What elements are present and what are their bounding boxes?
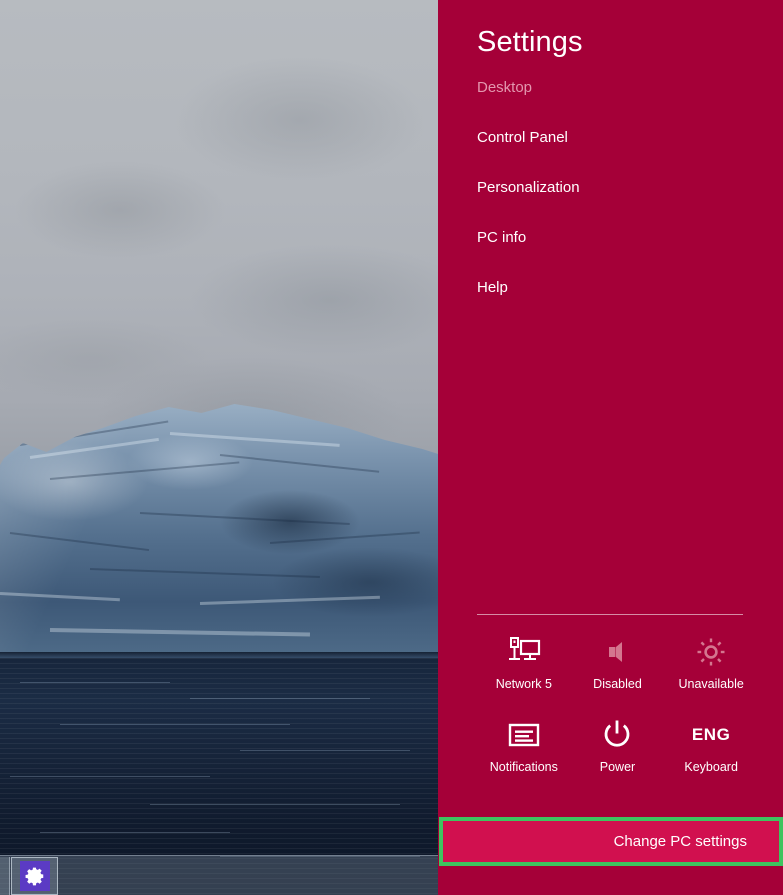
notifications-icon — [508, 717, 540, 753]
keyboard-lang-icon: ENG — [692, 717, 731, 753]
taskbar-edge-stub — [0, 856, 10, 895]
quick-settings-grid: Network 5 Disabled Unavailable Notificat… — [477, 634, 758, 774]
brightness-sun-icon — [695, 634, 727, 670]
wallpaper-sky — [0, 0, 439, 470]
quick-setting-network-label: Network 5 — [495, 677, 552, 691]
quick-setting-volume[interactable]: Disabled — [571, 634, 665, 691]
desktop-wallpaper — [0, 0, 439, 895]
power-icon — [602, 717, 632, 753]
screen: Settings Desktop Control Panel Personali… — [0, 0, 783, 895]
quick-setting-brightness-label: Unavailable — [678, 677, 744, 691]
gear-icon — [19, 860, 50, 891]
taskbar-button-settings[interactable] — [11, 856, 58, 895]
quick-setting-notifications-label: Notifications — [489, 760, 558, 774]
quick-setting-notifications[interactable]: Notifications — [477, 717, 571, 774]
settings-link-personalization[interactable]: Personalization — [477, 178, 757, 198]
keyboard-lang-code: ENG — [691, 725, 731, 744]
settings-link-control-panel[interactable]: Control Panel — [477, 128, 757, 148]
quick-setting-network[interactable]: Network 5 — [477, 634, 571, 691]
quick-setting-volume-label: Disabled — [593, 677, 642, 691]
settings-link-pc-info[interactable]: PC info — [477, 228, 757, 248]
quick-setting-brightness[interactable]: Unavailable — [664, 634, 758, 691]
quick-setting-keyboard-label: Keyboard — [684, 760, 738, 774]
change-pc-settings-button[interactable]: Change PC settings — [443, 821, 779, 862]
divider — [477, 614, 743, 615]
taskbar — [0, 855, 439, 895]
settings-links-list: Desktop Control Panel Personalization PC… — [477, 78, 757, 328]
quick-setting-power-label: Power — [599, 760, 636, 774]
settings-charm-panel: Settings Desktop Control Panel Personali… — [438, 0, 783, 895]
quick-setting-power[interactable]: Power — [571, 717, 665, 774]
quick-setting-keyboard[interactable]: ENG Keyboard — [664, 717, 758, 774]
settings-link-help[interactable]: Help — [477, 278, 757, 298]
network-monitor-icon — [507, 634, 541, 670]
change-pc-settings-label: Change PC settings — [613, 833, 747, 850]
volume-mute-icon — [602, 634, 632, 670]
page-title: Settings — [477, 26, 583, 58]
settings-link-desktop[interactable]: Desktop — [477, 78, 757, 98]
